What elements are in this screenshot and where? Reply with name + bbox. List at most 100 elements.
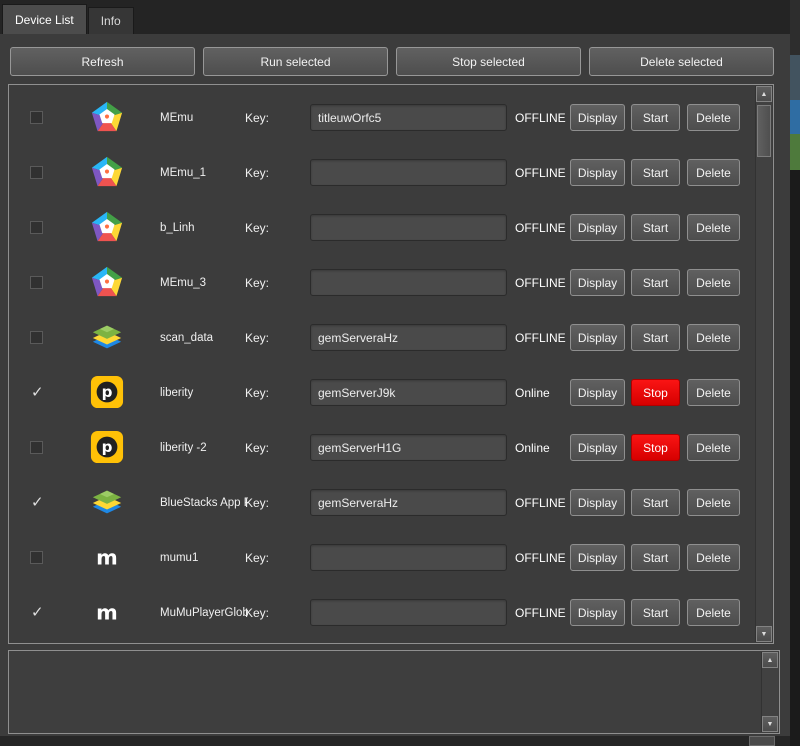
display-button[interactable]: Display [570,269,625,296]
sliver-segment [790,55,800,100]
device-name: BlueStacks App Playe [160,497,248,509]
up-arrow-icon: ▲ [767,657,774,664]
display-button[interactable]: Display [570,104,625,131]
log-scroll-up-button[interactable]: ▲ [762,652,778,668]
screen: Device List Info Refresh Run selected St… [0,0,800,746]
device-checkbox[interactable]: ✓ [30,331,43,344]
key-label: Key: [245,441,269,455]
display-button[interactable]: Display [570,159,625,186]
memu-icon: p m [90,155,124,189]
key-input[interactable] [310,104,507,131]
device-row: ✓ p [9,365,755,420]
device-row: ✓ p [9,585,755,640]
device-checkbox[interactable]: ✓ [30,496,43,509]
scroll-up-button[interactable]: ▲ [756,86,772,102]
svg-text:p: p [102,438,113,456]
device-name: mumu1 [160,552,248,564]
device-name: b_Linh [160,222,248,234]
desktop-sliver [790,0,800,746]
key-label: Key: [245,276,269,290]
device-checkbox[interactable]: ✓ [30,606,43,619]
display-button[interactable]: Display [570,544,625,571]
display-button[interactable]: Display [570,214,625,241]
bluestacks-icon: p m [90,485,124,519]
key-input[interactable] [310,159,507,186]
refresh-button[interactable]: Refresh [10,47,195,76]
key-input[interactable] [310,269,507,296]
device-status: OFFLINE [515,331,566,345]
start-stop-button[interactable]: Start [631,489,680,516]
device-status: OFFLINE [515,551,566,565]
display-button[interactable]: Display [570,434,625,461]
delete-button[interactable]: Delete [687,379,740,406]
device-checkbox[interactable]: ✓ [30,551,43,564]
start-stop-button[interactable]: Start [631,599,680,626]
start-stop-button[interactable]: Start [631,214,680,241]
check-icon: ✓ [31,383,44,401]
delete-button[interactable]: Delete [687,544,740,571]
bluestacks-icon: p m [90,320,124,354]
display-button[interactable]: Display [570,379,625,406]
tab-bar: Device List Info [0,0,790,34]
start-stop-button[interactable]: Start [631,104,680,131]
device-status: OFFLINE [515,276,566,290]
key-input[interactable] [310,434,507,461]
start-stop-button[interactable]: Start [631,544,680,571]
display-button[interactable]: Display [570,599,625,626]
device-checkbox[interactable]: ✓ [30,166,43,179]
key-input[interactable] [310,324,507,351]
delete-selected-button[interactable]: Delete selected [589,47,774,76]
tab-info[interactable]: Info [88,7,134,34]
log-scroll-down-button[interactable]: ▼ [762,716,778,732]
delete-button[interactable]: Delete [687,269,740,296]
delete-button[interactable]: Delete [687,489,740,516]
start-stop-button[interactable]: Start [631,269,680,296]
delete-button[interactable]: Delete [687,324,740,351]
run-selected-button[interactable]: Run selected [203,47,388,76]
device-checkbox[interactable]: ✓ [30,221,43,234]
key-label: Key: [245,386,269,400]
device-name: scan_data [160,332,248,344]
device-status: OFFLINE [515,606,566,620]
device-name: MuMuPlayerGlobal-12 [160,607,248,619]
display-button[interactable]: Display [570,324,625,351]
start-stop-button[interactable]: Start [631,159,680,186]
key-input[interactable] [310,214,507,241]
key-input[interactable] [310,489,507,516]
scroll-down-button[interactable]: ▼ [756,626,772,642]
device-checkbox[interactable]: ✓ [30,276,43,289]
svg-text:m: m [96,601,118,625]
up-arrow-icon: ▲ [761,91,768,98]
start-stop-button[interactable]: Start [631,324,680,351]
key-label: Key: [245,221,269,235]
delete-button[interactable]: Delete [687,104,740,131]
key-label: Key: [245,111,269,125]
device-list-scrollbar: ▲ ▼ [755,86,772,642]
device-name: liberity -2 [160,442,248,454]
log-panel: ▲ ▼ [8,650,780,734]
key-input[interactable] [310,379,507,406]
key-input[interactable] [310,544,507,571]
delete-button[interactable]: Delete [687,599,740,626]
sliver-segment [790,134,800,170]
key-input[interactable] [310,599,507,626]
tab-device-list[interactable]: Device List [2,4,87,34]
display-button[interactable]: Display [570,489,625,516]
key-label: Key: [245,496,269,510]
device-row: ✓ p [9,420,755,475]
device-name: MEmu_1 [160,167,248,179]
delete-button[interactable]: Delete [687,159,740,186]
scroll-thumb[interactable] [757,105,771,157]
check-icon: ✓ [31,493,44,511]
start-stop-button[interactable]: Stop [631,379,680,406]
stop-selected-button[interactable]: Stop selected [396,47,581,76]
delete-button[interactable]: Delete [687,434,740,461]
start-stop-button[interactable]: Stop [631,434,680,461]
delete-button[interactable]: Delete [687,214,740,241]
device-checkbox[interactable]: ✓ [30,386,43,399]
device-checkbox[interactable]: ✓ [30,441,43,454]
device-checkbox[interactable]: ✓ [30,111,43,124]
app-window: Device List Info Refresh Run selected St… [0,0,790,746]
toolbar: Refresh Run selected Stop selected Delet… [10,47,774,76]
device-list-panel: ✓ p [8,84,774,644]
